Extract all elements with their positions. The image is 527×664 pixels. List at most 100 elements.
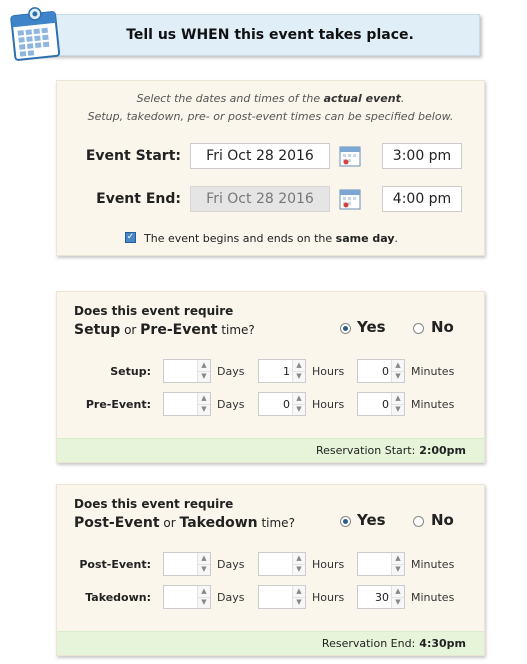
page-title: Tell us WHEN this event takes place. bbox=[126, 27, 414, 43]
stepper-value[interactable] bbox=[164, 360, 198, 382]
reservation-end-label: Reservation End: bbox=[321, 637, 416, 650]
pre-event-term: Pre-Event bbox=[140, 322, 218, 338]
stepper-value[interactable] bbox=[164, 586, 198, 608]
stepper-value[interactable]: 0 bbox=[358, 360, 392, 382]
note-emphasis: actual event bbox=[323, 92, 401, 105]
setup-panel: Does this event require Setup or Pre-Eve… bbox=[56, 291, 485, 463]
hours-unit: Hours bbox=[312, 398, 345, 411]
event-end-date-field: Fri Oct 28 2016 bbox=[190, 186, 330, 212]
post-event-days-stepper[interactable]: ▲ ▼ bbox=[163, 552, 211, 576]
stepper-down-icon[interactable]: ▼ bbox=[293, 564, 305, 575]
same-day-emphasis: same day bbox=[335, 232, 395, 245]
stepper-down-icon[interactable]: ▼ bbox=[392, 371, 404, 382]
pre-event-days-stepper[interactable]: ▲ ▼ bbox=[163, 392, 211, 416]
takedown-hours-stepper[interactable]: ▲ ▼ bbox=[258, 585, 306, 609]
days-unit: Days bbox=[217, 591, 245, 604]
note-text-end: . bbox=[400, 92, 405, 105]
post-event-row-label: Post-Event: bbox=[79, 558, 151, 571]
pre-event-row-label: Pre-Event: bbox=[85, 398, 151, 411]
setup-term: Setup bbox=[74, 322, 121, 338]
days-unit: Days bbox=[217, 398, 245, 411]
event-dates-panel: Select the dates and times of the actual… bbox=[56, 80, 485, 256]
event-start-time-field[interactable]: 3:00 pm bbox=[382, 143, 462, 169]
setup-hours-stepper[interactable]: 1 ▲ ▼ bbox=[258, 359, 306, 383]
stepper-down-icon[interactable]: ▼ bbox=[293, 371, 305, 382]
takedown-minutes-stepper[interactable]: 30 ▲ ▼ bbox=[357, 585, 405, 609]
time-text: time? bbox=[257, 516, 295, 530]
minutes-unit: Minutes bbox=[411, 558, 455, 571]
calendar-icon[interactable] bbox=[338, 187, 362, 211]
stepper-value[interactable] bbox=[164, 393, 198, 415]
post-no-label[interactable]: No bbox=[431, 511, 454, 529]
setup-no-radio[interactable] bbox=[413, 323, 424, 334]
post-yes-label[interactable]: Yes bbox=[357, 511, 386, 529]
reservation-end-bar: Reservation End: 4:30pm bbox=[57, 631, 484, 655]
same-day-label: The event begins and ends on the same da… bbox=[144, 232, 398, 245]
setup-question-line1: Does this event require bbox=[74, 304, 234, 318]
stepper-value[interactable] bbox=[358, 553, 392, 575]
setup-yes-label[interactable]: Yes bbox=[357, 318, 386, 336]
days-unit: Days bbox=[217, 365, 245, 378]
setup-minutes-stepper[interactable]: 0 ▲ ▼ bbox=[357, 359, 405, 383]
stepper-value[interactable]: 30 bbox=[358, 586, 392, 608]
event-end-label: Event End: bbox=[96, 191, 181, 207]
setup-question-line2: Setup or Pre-Event time? bbox=[74, 322, 255, 338]
reservation-end-value: 4:30pm bbox=[419, 637, 466, 650]
dates-instruction-2: Setup, takedown, pre- or post-event time… bbox=[87, 110, 454, 123]
reservation-start-label: Reservation Start: bbox=[315, 444, 416, 457]
header-bar: Tell us WHEN this event takes place. bbox=[20, 14, 480, 56]
same-day-text: The event begins and ends on the bbox=[144, 232, 336, 245]
post-question-line2: Post-Event or Takedown time? bbox=[74, 515, 295, 531]
setup-yes-radio[interactable] bbox=[340, 323, 351, 334]
hours-unit: Hours bbox=[312, 365, 345, 378]
post-event-panel: Does this event require Post-Event or Ta… bbox=[56, 484, 485, 656]
same-day-text-end: . bbox=[394, 232, 399, 245]
stepper-down-icon[interactable]: ▼ bbox=[392, 404, 404, 415]
days-unit: Days bbox=[217, 558, 245, 571]
post-yes-radio[interactable] bbox=[340, 516, 351, 527]
stepper-down-icon[interactable]: ▼ bbox=[293, 597, 305, 608]
stepper-value[interactable]: 0 bbox=[358, 393, 392, 415]
takedown-days-stepper[interactable]: ▲ ▼ bbox=[163, 585, 211, 609]
stepper-down-icon[interactable]: ▼ bbox=[392, 564, 404, 575]
setup-row-label: Setup: bbox=[110, 365, 151, 378]
post-event-minutes-stepper[interactable]: ▲ ▼ bbox=[357, 552, 405, 576]
stepper-down-icon[interactable]: ▼ bbox=[198, 371, 210, 382]
stepper-value[interactable]: 1 bbox=[259, 360, 293, 382]
minutes-unit: Minutes bbox=[411, 365, 455, 378]
pre-event-hours-stepper[interactable]: 0 ▲ ▼ bbox=[258, 392, 306, 416]
post-event-term: Post-Event bbox=[74, 515, 160, 531]
post-no-radio[interactable] bbox=[413, 516, 424, 527]
stepper-down-icon[interactable]: ▼ bbox=[198, 564, 210, 575]
takedown-row-label: Takedown: bbox=[85, 591, 151, 604]
minutes-unit: Minutes bbox=[411, 591, 455, 604]
post-question-line1: Does this event require bbox=[74, 497, 234, 511]
stepper-down-icon[interactable]: ▼ bbox=[198, 404, 210, 415]
calendar-icon[interactable] bbox=[338, 144, 362, 168]
reservation-start-bar: Reservation Start: 2:00pm bbox=[57, 438, 484, 462]
post-event-hours-stepper[interactable]: ▲ ▼ bbox=[258, 552, 306, 576]
hours-unit: Hours bbox=[312, 591, 345, 604]
takedown-term: Takedown bbox=[179, 515, 258, 531]
or-text: or bbox=[159, 516, 180, 530]
same-day-checkbox[interactable]: ✓ bbox=[125, 232, 136, 243]
calendar-icon bbox=[10, 7, 61, 61]
stepper-value[interactable]: 0 bbox=[259, 393, 293, 415]
stepper-value[interactable] bbox=[259, 553, 293, 575]
stepper-down-icon[interactable]: ▼ bbox=[293, 404, 305, 415]
event-start-label: Event Start: bbox=[85, 148, 181, 164]
note-text: Select the dates and times of the bbox=[136, 92, 324, 105]
stepper-down-icon[interactable]: ▼ bbox=[198, 597, 210, 608]
dates-instruction-1: Select the dates and times of the actual… bbox=[57, 92, 484, 105]
stepper-down-icon[interactable]: ▼ bbox=[392, 597, 404, 608]
setup-no-label[interactable]: No bbox=[431, 318, 454, 336]
setup-days-stepper[interactable]: ▲ ▼ bbox=[163, 359, 211, 383]
event-start-date-field[interactable]: Fri Oct 28 2016 bbox=[190, 143, 330, 169]
pre-event-minutes-stepper[interactable]: 0 ▲ ▼ bbox=[357, 392, 405, 416]
or-text: or bbox=[120, 323, 141, 337]
stepper-value[interactable] bbox=[259, 586, 293, 608]
time-text: time? bbox=[217, 323, 255, 337]
hours-unit: Hours bbox=[312, 558, 345, 571]
event-end-time-field[interactable]: 4:00 pm bbox=[382, 186, 462, 212]
stepper-value[interactable] bbox=[164, 553, 198, 575]
